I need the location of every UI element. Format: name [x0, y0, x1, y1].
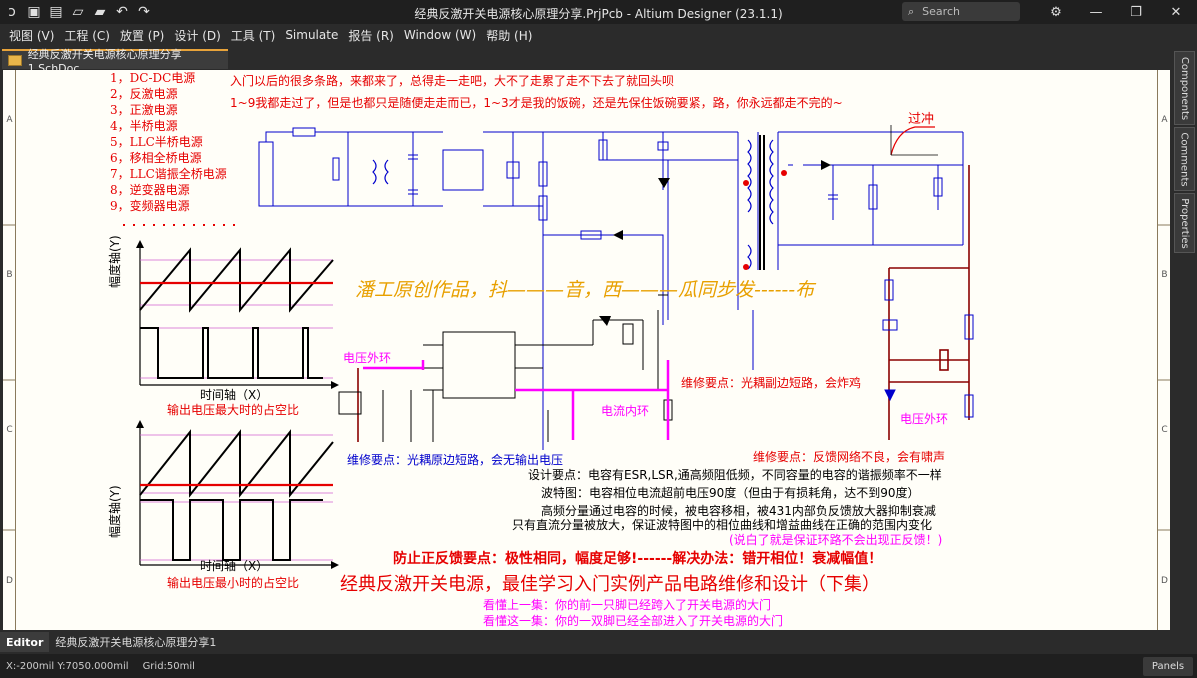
menu-reports[interactable]: 报告 (R)	[343, 27, 399, 44]
intro-text-2: 1~9我都走过了，但是也都只是随便走走而已，1~3才是我的饭碗，还是先保住饭碗要…	[230, 96, 843, 110]
grid-size: Grid:50mil	[142, 660, 195, 672]
list-item: 1，DC-DC电源	[110, 71, 196, 85]
key-note: 防止正反馈要点：极性相同，幅度足够!------解决办法：错开相位！衰减幅值！	[393, 551, 883, 567]
schematic-canvas[interactable]: A B C D A B C D 1，DC-DC电源 2，反激电源 3，正激电源 …	[3, 70, 1170, 630]
chart2-xlabel: 时间轴（X）	[200, 559, 269, 573]
menu-place[interactable]: 放置 (P)	[115, 27, 169, 44]
panels-button[interactable]: Panels	[1143, 657, 1193, 676]
overshoot-curve	[890, 126, 935, 156]
menu-design[interactable]: 设计 (D)	[169, 27, 225, 44]
schematic-file-icon	[8, 54, 22, 66]
editor-tab-bar: Editor 经典反激开关电源核心原理分享1	[0, 631, 1197, 653]
menu-help[interactable]: 帮助 (H)	[481, 27, 537, 44]
tab-components[interactable]: Components	[1174, 51, 1195, 125]
app-logo-icon[interactable]: ↄ	[2, 2, 22, 22]
redo-icon[interactable]: ↷	[134, 2, 154, 22]
current-loop-label: 电流内环	[601, 404, 650, 418]
menu-window[interactable]: Window (W)	[399, 28, 481, 42]
minimize-button[interactable]: —	[1076, 0, 1116, 24]
menu-simulate[interactable]: Simulate	[280, 28, 343, 42]
right-panel-tabs: Components Comments Properties	[1172, 47, 1197, 630]
menu-view[interactable]: 视图 (V)	[4, 27, 59, 44]
tab-editor[interactable]: Editor	[0, 632, 50, 652]
title-bar: ↄ ▣ ▤ ▱ ▰ ↶ ↷ 经典反激开关电源核心原理分享.PrjPcb - Al…	[0, 0, 1197, 24]
search-placeholder: Search	[922, 5, 960, 18]
menu-project[interactable]: 工程 (C)	[59, 27, 115, 44]
design-note-5: (说白了就是保证环路不会出现正反馈！)	[729, 533, 943, 547]
settings-icon[interactable]: ⚙	[1036, 0, 1076, 24]
menu-bar: 视图 (V) 工程 (C) 放置 (P) 设计 (D) 工具 (T) Simul…	[0, 24, 1197, 46]
list-item: 6，移相全桥电源	[110, 151, 202, 165]
design-note-2: 波特图：电容相位电流超前电压90度（但由于有损耗角，达不到90度）	[541, 486, 920, 500]
search-input[interactable]: ⌕ Search	[902, 2, 1020, 21]
design-note-1: 设计要点：电容有ESR,LSR,通高频阻低频，不同容量的电容的谐振频率不一样	[528, 468, 942, 482]
tab-properties[interactable]: Properties	[1174, 193, 1195, 253]
repair-note-3: 维修要点：反馈网络不良，会有啸声	[753, 450, 946, 464]
list-item: 5，LLC半桥电源	[110, 135, 203, 149]
transformer	[372, 135, 774, 270]
duty-cycle-chart-min	[136, 420, 339, 569]
intro-text-1: 入门以后的很多条路，来都来了，总得走一走吧，大不了走累了走不下去了就回头呗	[230, 74, 675, 88]
footer-note-1: 看懂上一集：你的前一只脚已经跨入了开关电源的大门	[483, 598, 772, 612]
watermark-text: 潘工原创作品，抖———音，西———瓜同步发------布	[355, 279, 815, 301]
save-icon[interactable]: ▣	[24, 2, 44, 22]
chart2-caption: 输出电压最小时的占空比	[167, 576, 300, 590]
chart2-ylabel: 幅度轴(Y)	[108, 485, 122, 538]
list-item: 3，正激电源	[110, 103, 178, 117]
list-item: 4，半桥电源	[110, 119, 178, 133]
document-tabs: 经典反激开关电源核心原理分享1.SchDoc	[0, 47, 1170, 75]
repair-note-1: 维修要点：光耦副边短路，会炸鸡	[681, 376, 862, 390]
tab-open-document[interactable]: 经典反激开关电源核心原理分享1	[49, 632, 222, 652]
topology-list: 1，DC-DC电源 2，反激电源 3，正激电源 4，半桥电源 5，LLC半桥电源…	[110, 70, 230, 214]
open-project-icon[interactable]: ▰	[90, 2, 110, 22]
save-all-icon[interactable]: ▤	[46, 2, 66, 22]
open-folder-icon[interactable]: ▱	[68, 2, 88, 22]
tab-schdoc[interactable]: 经典反激开关电源核心原理分享1.SchDoc	[2, 48, 228, 75]
menu-tools[interactable]: 工具 (T)	[226, 27, 281, 44]
close-button[interactable]: ✕	[1156, 0, 1196, 24]
footer-note-2: 看懂这一集：你的一双脚已经全部进入了开关电源的大门	[483, 614, 784, 628]
feedback-network	[888, 165, 970, 440]
headline: 经典反激开关电源，最佳学习入门实例产品电路维修和设计（下集）	[340, 574, 880, 595]
maximize-button[interactable]: ❐	[1116, 0, 1156, 24]
list-item: 7，LLC谐振全桥电源	[110, 167, 227, 181]
status-bar: X:-200mil Y:7050.000mil Grid:50mil	[0, 654, 1197, 678]
voltage-loop-label-right: 电压外环	[900, 412, 949, 426]
tab-comments[interactable]: Comments	[1174, 127, 1195, 191]
list-item: 2，反激电源	[110, 87, 178, 101]
chart1-ylabel: 幅度轴(Y)	[108, 235, 122, 288]
cursor-coordinates: X:-200mil Y:7050.000mil	[6, 660, 129, 672]
list-item: 8，逆变器电源	[110, 183, 190, 197]
overshoot-label: 过冲	[908, 112, 935, 127]
search-icon: ⌕	[908, 4, 915, 18]
voltage-loop-label-left: 电压外环	[343, 351, 392, 365]
undo-icon[interactable]: ↶	[112, 2, 132, 22]
chart1-caption: 输出电压最大时的占空比	[167, 403, 300, 417]
duty-cycle-chart-max	[136, 240, 339, 389]
list-item: 9，变频器电源	[110, 199, 190, 213]
